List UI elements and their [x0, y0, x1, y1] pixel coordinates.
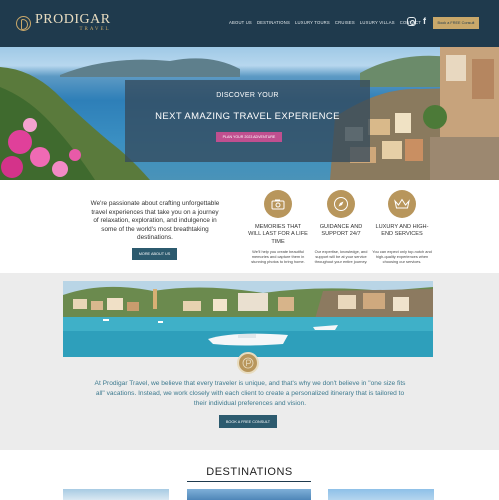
feature-guidance: GUIDANCE AND SUPPORT 24/7 Our expertise,… [311, 190, 371, 265]
hero-overlay-panel: DISCOVER YOUR NEXT AMAZING TRAVEL EXPERI… [125, 80, 370, 162]
top-navigation-bar: PRODIGAR TRAVEL ABOUT US DESTINATIONS LU… [0, 0, 499, 47]
more-about-us-button[interactable]: MORE ABOUT US [132, 248, 177, 260]
book-free-consult-button[interactable]: BOOK A FREE CONSULT [219, 415, 277, 428]
hero-banner: DISCOVER YOUR NEXT AMAZING TRAVEL EXPERI… [0, 47, 499, 180]
destination-card-1-image[interactable] [63, 489, 169, 500]
brand-name: PRODIGAR [35, 12, 111, 27]
nav-item-cruises[interactable]: CRUISES [335, 20, 355, 25]
instagram-icon[interactable] [407, 17, 416, 26]
compass-icon [327, 190, 355, 218]
feature-title: LUXURY AND HIGH-END SERVICES [375, 224, 429, 238]
feature-luxury: LUXURY AND HIGH-END SERVICES You can exp… [372, 190, 432, 265]
main-menu: ABOUT US DESTINATIONS LUXURY TOURS CRUIS… [229, 20, 421, 25]
book-consult-button[interactable]: Book a FREE Consult [433, 17, 479, 29]
nav-item-luxury-tours[interactable]: LUXURY TOURS [295, 20, 330, 25]
feature-description: We'll help you create beautiful memories… [251, 249, 305, 265]
nav-item-about-us[interactable]: ABOUT US [229, 20, 252, 25]
destinations-heading: DESTINATIONS [206, 466, 293, 478]
destination-card-3-image[interactable] [328, 489, 434, 500]
nav-item-luxury-villas[interactable]: LUXURY VILLAS [360, 20, 395, 25]
plan-adventure-button[interactable]: PLAN YOUR 2023 ADVENTURE [216, 132, 282, 142]
hero-heading: NEXT AMAZING TRAVEL EXPERIENCE [155, 111, 340, 122]
brand-emblem-icon [237, 352, 259, 374]
feature-description: Our expertise, knowledge, and support wi… [314, 249, 368, 265]
coastal-harbor-image [63, 281, 433, 357]
destinations-divider [187, 481, 311, 482]
brand-tagline: TRAVEL [79, 27, 111, 32]
feature-title: MEMORIES THAT WILL LAST FOR A LIFE TIME [248, 224, 308, 245]
feature-title: GUIDANCE AND SUPPORT 24/7 [319, 224, 363, 238]
brand-logo[interactable]: PRODIGAR TRAVEL [16, 13, 111, 33]
hero-subheading: DISCOVER YOUR [216, 92, 279, 99]
crown-icon [388, 190, 416, 218]
destination-card-2-image[interactable] [187, 489, 311, 500]
logo-emblem-icon [16, 15, 31, 31]
camera-icon [264, 190, 292, 218]
nav-item-destinations[interactable]: DESTINATIONS [257, 20, 290, 25]
intro-text: We're passionate about crafting unforget… [90, 200, 220, 242]
philosophy-text: At Prodigar Travel, we believe that ever… [94, 380, 406, 407]
facebook-icon[interactable]: f [420, 17, 429, 26]
feature-memories: MEMORIES THAT WILL LAST FOR A LIFE TIME … [248, 190, 308, 265]
feature-description: You can expect only top-notch and high-q… [372, 249, 432, 265]
